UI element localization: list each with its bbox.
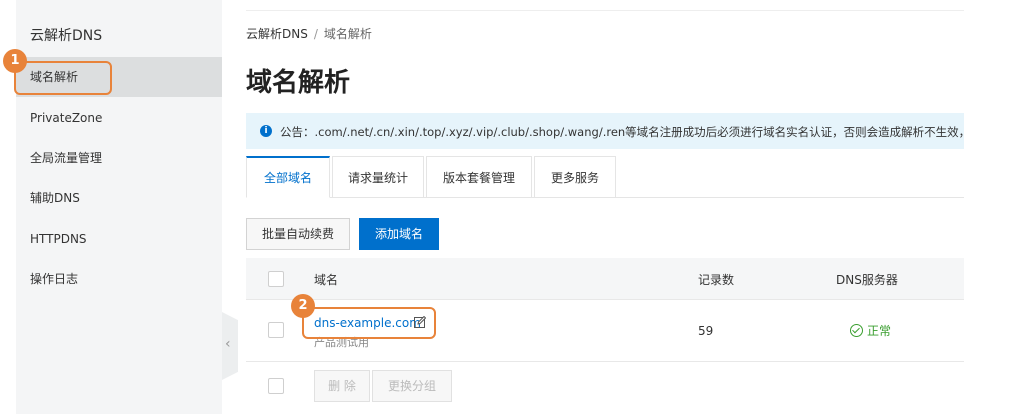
batch-auto-renew-button[interactable]: 批量自动续费 bbox=[246, 218, 350, 250]
sidebar-item-operation-log[interactable]: 操作日志 bbox=[16, 259, 222, 299]
notice-banner: i 公告：.com/.net/.cn/.xin/.top/.xyz/.vip/.… bbox=[246, 113, 964, 149]
table-header: 域名 记录数 DNS服务器 bbox=[246, 258, 964, 300]
callout-badge-2: 2 bbox=[291, 294, 315, 318]
breadcrumb: 云解析DNS / 域名解析 bbox=[246, 25, 372, 42]
sidebar-item-secondary-dns[interactable]: 辅助DNS bbox=[16, 178, 222, 218]
main-content: 云解析DNS / 域名解析 域名解析 i 公告：.com/.net/.cn/.xin… bbox=[222, 0, 1024, 414]
column-header-domain: 域名 bbox=[314, 273, 339, 287]
tab-bar: 全部域名 请求量统计 版本套餐管理 更多服务 bbox=[246, 156, 964, 198]
tab-all-domains[interactable]: 全部域名 bbox=[246, 156, 330, 198]
row-checkbox[interactable] bbox=[268, 322, 284, 338]
callout-badge-1: 1 bbox=[3, 49, 27, 73]
breadcrumb-current: 域名解析 bbox=[323, 27, 372, 41]
delete-button[interactable]: 删 除 bbox=[314, 370, 370, 402]
change-group-button[interactable]: 更换分组 bbox=[372, 370, 452, 402]
callout-box-1 bbox=[14, 61, 112, 95]
table-footer: 删 除 更换分组 bbox=[246, 362, 964, 410]
column-header-dns-server: DNS服务器 bbox=[836, 273, 898, 287]
callout-box-2 bbox=[302, 307, 436, 339]
breadcrumb-separator: / bbox=[313, 27, 318, 41]
header-divider bbox=[246, 10, 964, 11]
sidebar-item-global-traffic[interactable]: 全局流量管理 bbox=[16, 138, 222, 178]
footer-select-all-checkbox[interactable] bbox=[268, 378, 284, 394]
column-header-records: 记录数 bbox=[698, 273, 735, 287]
info-icon: i bbox=[260, 125, 272, 137]
add-domain-button[interactable]: 添加域名 bbox=[359, 218, 439, 250]
dns-status-text: 正常 bbox=[867, 324, 892, 338]
tab-more-services[interactable]: 更多服务 bbox=[534, 156, 616, 198]
check-circle-icon bbox=[850, 324, 863, 337]
notice-text: 公告：.com/.net/.cn/.xin/.top/.xyz/.vip/.cl… bbox=[280, 125, 964, 139]
tab-request-stats[interactable]: 请求量统计 bbox=[332, 156, 424, 198]
sidebar-item-httpdns[interactable]: HTTPDNS bbox=[16, 219, 222, 259]
select-all-checkbox[interactable] bbox=[268, 271, 284, 287]
page-title: 域名解析 bbox=[246, 68, 351, 98]
dns-status: 正常 bbox=[850, 322, 891, 339]
record-count: 59 bbox=[698, 324, 714, 338]
sidebar-title: 云解析DNS bbox=[30, 28, 103, 44]
sidebar-item-privatezone[interactable]: PrivateZone bbox=[16, 98, 222, 138]
breadcrumb-root[interactable]: 云解析DNS bbox=[246, 27, 308, 41]
tab-version-plans[interactable]: 版本套餐管理 bbox=[426, 156, 532, 198]
